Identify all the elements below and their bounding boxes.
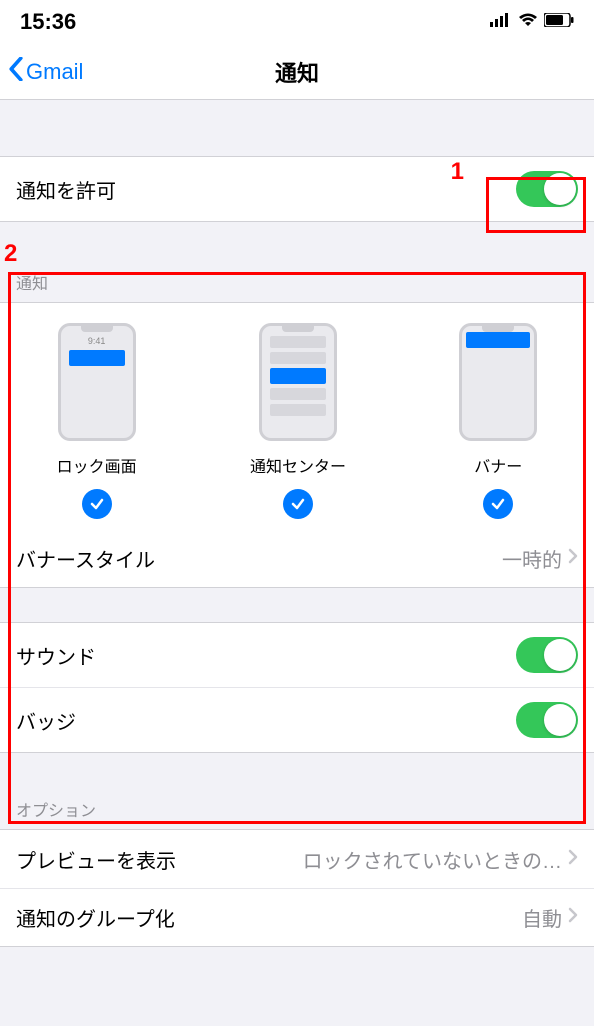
badges-row: バッジ: [0, 687, 594, 752]
banners-option[interactable]: バナー: [459, 323, 537, 519]
cellular-icon: [490, 13, 512, 32]
back-button[interactable]: Gmail: [0, 57, 83, 87]
grouping-label: 通知のグループ化: [16, 903, 175, 932]
show-previews-label: プレビューを表示: [16, 845, 176, 874]
grouping-row[interactable]: 通知のグループ化 自動: [0, 888, 594, 946]
alerts-section-header: 通知: [0, 262, 594, 302]
show-previews-row[interactable]: プレビューを表示 ロックされていないときの…: [0, 830, 594, 888]
status-icons: [490, 13, 574, 32]
banner-style-row[interactable]: バナースタイル 一時的: [0, 529, 594, 587]
status-time: 15:36: [20, 9, 76, 35]
lock-screen-label: ロック画面: [57, 453, 137, 477]
back-label: Gmail: [26, 59, 83, 85]
chevron-left-icon: [8, 57, 24, 87]
banners-preview: [459, 323, 537, 441]
status-bar: 15:36: [0, 0, 594, 44]
lock-screen-preview: 9:41: [58, 323, 136, 441]
allow-notifications-row: 通知を許可: [0, 157, 594, 221]
battery-icon: [544, 13, 574, 32]
banner-style-value: 一時的: [502, 544, 562, 573]
lock-preview-time: 9:41: [61, 336, 133, 346]
notification-center-checkmark[interactable]: [283, 489, 313, 519]
lock-screen-option[interactable]: 9:41 ロック画面: [57, 323, 137, 519]
sounds-label: サウンド: [16, 641, 96, 670]
nav-bar: Gmail 通知: [0, 44, 594, 100]
chevron-right-icon: [568, 547, 578, 570]
allow-notifications-label: 通知を許可: [16, 175, 116, 204]
banners-checkmark[interactable]: [483, 489, 513, 519]
notification-center-label: 通知センター: [250, 453, 346, 477]
lock-screen-checkmark[interactable]: [82, 489, 112, 519]
sounds-toggle[interactable]: [516, 637, 578, 673]
badges-toggle[interactable]: [516, 702, 578, 738]
banner-style-label: バナースタイル: [16, 544, 155, 573]
notification-center-option[interactable]: 通知センター: [250, 323, 346, 519]
chevron-right-icon: [568, 848, 578, 871]
banners-label: バナー: [474, 453, 522, 477]
badges-label: バッジ: [16, 706, 76, 735]
sounds-row: サウンド: [0, 623, 594, 687]
show-previews-value: ロックされていないときの…: [303, 845, 562, 874]
grouping-value: 自動: [522, 903, 562, 932]
allow-notifications-toggle[interactable]: [516, 171, 578, 207]
options-section-header: オプション: [0, 789, 594, 829]
alerts-row: 9:41 ロック画面 通知センター: [0, 303, 594, 529]
notification-center-preview: [259, 323, 337, 441]
wifi-icon: [518, 13, 538, 32]
page-title: 通知: [275, 56, 319, 88]
chevron-right-icon: [568, 906, 578, 929]
